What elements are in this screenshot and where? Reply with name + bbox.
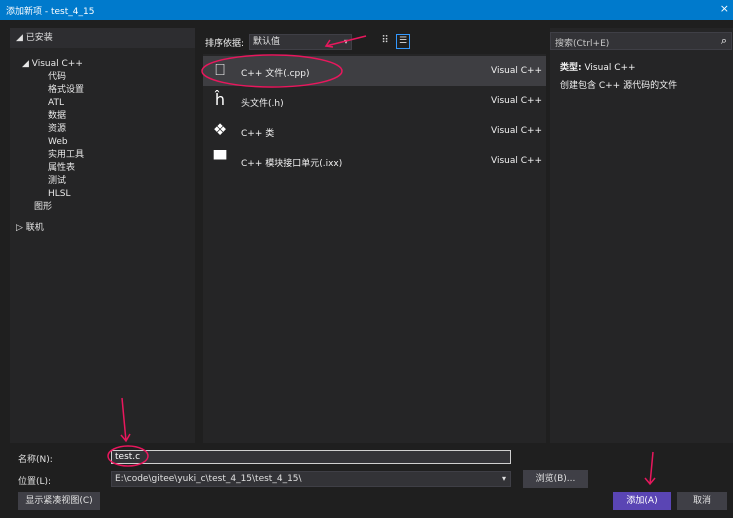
template-description: 创建包含 C++ 源代码的文件 — [560, 81, 678, 91]
sort-label: 排序依据: — [205, 39, 245, 49]
list-view-icon[interactable]: ☰ — [396, 34, 410, 49]
template-name: 头文件(.h) — [241, 99, 284, 109]
chevron-down-icon: ▾ — [343, 37, 348, 46]
browse-button[interactable]: 浏览(B)... — [523, 470, 588, 488]
template-item-module[interactable]: ▀ C++ 模块接口单元(.ixx) Visual C++ — [203, 146, 546, 176]
location-label: 位置(L): — [18, 477, 52, 487]
title-bar: 添加新项 - test_4_15 × — [0, 0, 733, 20]
template-item-header-file[interactable]: ĥ 头文件(.h) Visual C++ — [203, 86, 546, 116]
tree-item-hlsl[interactable]: HLSL — [10, 188, 195, 201]
location-field[interactable]: E:\code\gitee\yuki_c\test_4_15\test_4_15… — [111, 471, 511, 487]
tree-item-code[interactable]: 代码 — [10, 71, 195, 84]
grid-view-icon[interactable]: ⠿ — [379, 35, 391, 47]
sort-value: 默认值 — [253, 37, 281, 47]
cancel-button[interactable]: 取消 — [677, 492, 727, 510]
type-label: 类型: — [560, 63, 582, 73]
search-box[interactable]: 搜索(Ctrl+E) ⌕ — [550, 32, 732, 50]
template-tree: ◢ Visual C++ 代码 格式设置 ATL 数据 资源 Web 实用工具 … — [10, 58, 195, 235]
class-icon: ❖ — [212, 120, 228, 139]
module-icon: ▀ — [213, 150, 227, 169]
template-language: Visual C++ — [491, 126, 543, 136]
installed-header[interactable]: ◢ 已安装 — [10, 28, 195, 48]
search-icon[interactable]: ⌕ — [721, 34, 727, 48]
tree-item-web[interactable]: Web — [10, 136, 195, 149]
tree-item-utility[interactable]: 实用工具 — [10, 149, 195, 162]
name-field[interactable]: test.c — [111, 450, 511, 464]
sort-select[interactable]: 默认值 ▾ — [249, 34, 352, 50]
template-name: C++ 类 — [241, 129, 275, 139]
template-type: 类型: Visual C++ — [560, 60, 636, 73]
location-value: E:\code\gitee\yuki_c\test_4_15\test_4_15… — [115, 474, 302, 484]
type-value: Visual C++ — [581, 63, 636, 73]
header-file-icon: ĥ — [214, 90, 226, 109]
close-icon[interactable]: × — [720, 2, 729, 15]
template-language: Visual C++ — [491, 156, 543, 166]
template-language: Visual C++ — [491, 66, 543, 76]
compact-view-button[interactable]: 显示紧凑视图(C) — [18, 492, 100, 510]
tree-item-atl[interactable]: ATL — [10, 97, 195, 110]
template-item-class[interactable]: ❖ C++ 类 Visual C++ — [203, 116, 546, 146]
template-list: ⎕ C++ 文件(.cpp) Visual C++ ĥ 头文件(.h) Visu… — [203, 56, 546, 176]
cpp-file-icon: ⎕ — [215, 60, 225, 79]
template-name: C++ 文件(.cpp) — [241, 69, 310, 79]
tree-item-graphics[interactable]: 图形 — [10, 201, 195, 214]
tree-item-online[interactable]: ▷ 联机 — [10, 222, 195, 235]
template-language: Visual C++ — [491, 96, 543, 106]
chevron-down-icon[interactable]: ▾ — [502, 472, 506, 486]
window-title: 添加新项 - test_4_15 — [6, 7, 95, 17]
name-label: 名称(N): — [18, 455, 53, 465]
template-item-cpp-file[interactable]: ⎕ C++ 文件(.cpp) Visual C++ — [203, 56, 546, 86]
template-name: C++ 模块接口单元(.ixx) — [241, 159, 343, 169]
annotation-arrow-add — [649, 451, 654, 485]
tree-item-property-sheet[interactable]: 属性表 — [10, 162, 195, 175]
tree-item-data[interactable]: 数据 — [10, 110, 195, 123]
annotation-arrowhead-add — [644, 477, 656, 486]
installed-panel: ◢ 已安装 ◢ Visual C++ 代码 格式设置 ATL 数据 资源 Web… — [10, 28, 195, 443]
search-input[interactable]: 搜索(Ctrl+E) — [555, 36, 609, 49]
sort-bar: 排序依据: 默认值 ▾ ⠿ ☰ — [203, 28, 546, 54]
add-button[interactable]: 添加(A) — [613, 492, 671, 510]
details-panel: 类型: Visual C++ 创建包含 C++ 源代码的文件 — [550, 28, 733, 443]
tree-item-test[interactable]: 测试 — [10, 175, 195, 188]
tree-item-formatting[interactable]: 格式设置 — [10, 84, 195, 97]
tree-item-resource[interactable]: 资源 — [10, 123, 195, 136]
tree-item-visual-cpp[interactable]: ◢ Visual C++ — [10, 58, 195, 71]
